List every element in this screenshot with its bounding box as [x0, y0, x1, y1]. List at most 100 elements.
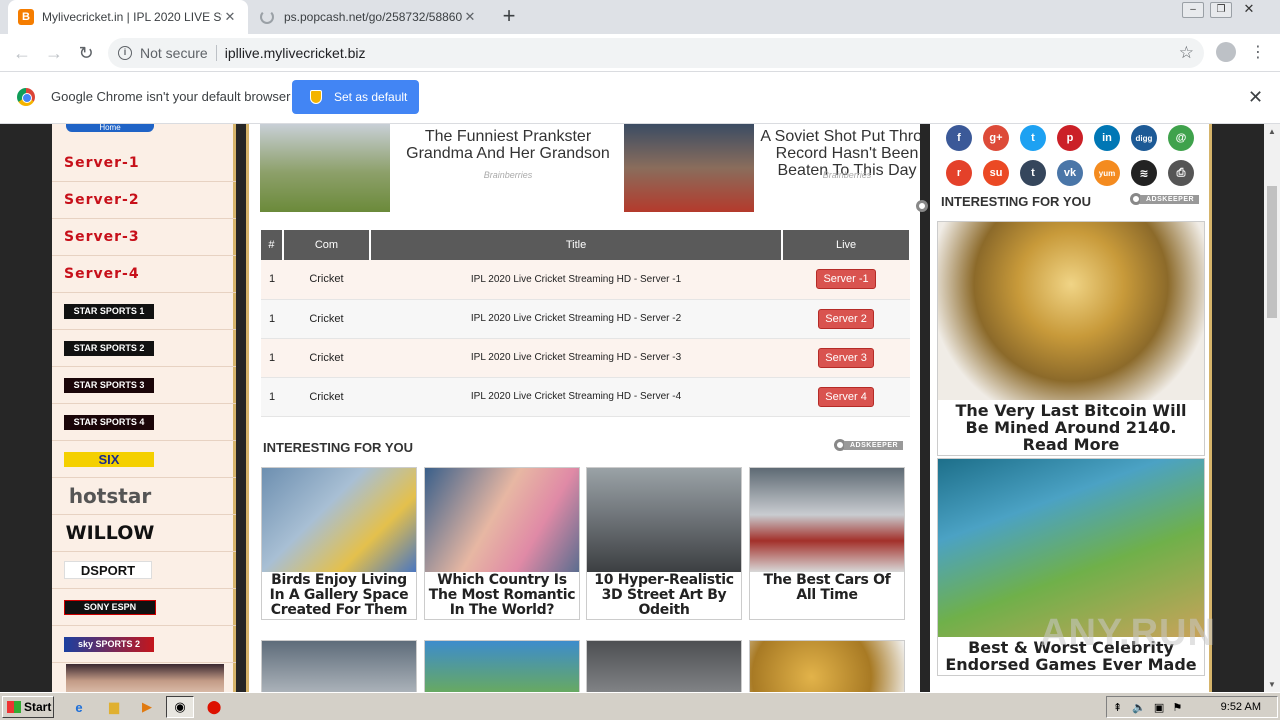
sidebar-channel-star-sports-2[interactable]: STAR SPORTS 2: [52, 330, 236, 367]
folder-icon[interactable]: ▆: [103, 697, 125, 717]
tumblr-icon[interactable]: t: [1020, 160, 1046, 186]
table-row: 1 Cricket IPL 2020 Live Cricket Streamin…: [261, 338, 910, 378]
sidebar-server-4[interactable]: Server-4: [52, 256, 236, 293]
vertical-scrollbar[interactable]: ▲ ▼: [1264, 124, 1280, 692]
server-label: Server-2: [64, 192, 140, 208]
sidebar-server-3[interactable]: Server-3: [52, 219, 236, 256]
print-icon[interactable]: ⎙: [1168, 160, 1194, 186]
start-button[interactable]: Start: [2, 696, 54, 718]
menu-icon[interactable]: ⋮: [1250, 42, 1266, 62]
default-browser-infobar: Google Chrome isn't your default browser…: [0, 72, 1280, 124]
top-ad-1[interactable]: The Funniest Prankster Grandma And Her G…: [260, 124, 622, 212]
ad-card-street-art[interactable]: 10 Hyper-Realistic 3D Street Art By Odei…: [586, 467, 742, 620]
row-title: IPL 2020 Live Cricket Streaming HD - Ser…: [369, 260, 783, 300]
willow-logo: WILLOW: [65, 522, 155, 544]
chrome-taskbar-icon[interactable]: ◉: [166, 696, 194, 718]
new-tab-button[interactable]: +: [498, 5, 520, 28]
scrollbar-thumb[interactable]: [1267, 186, 1277, 318]
reddit-icon[interactable]: r: [946, 160, 972, 186]
vk-icon[interactable]: vk: [1057, 160, 1083, 186]
yummly-icon[interactable]: yum: [1094, 160, 1120, 186]
google-plus-icon[interactable]: g+: [983, 125, 1009, 151]
ad-card[interactable]: [261, 640, 417, 692]
close-tab-icon[interactable]: ✕: [222, 9, 238, 25]
tab-strip: B Mylivecricket.in | IPL 2020 LIVE Strea…: [0, 0, 1280, 34]
buffer-icon[interactable]: ≋: [1131, 160, 1157, 186]
server-label: Server-1: [64, 155, 140, 171]
sidebar-server-2[interactable]: Server-2: [52, 182, 236, 219]
volume-icon[interactable]: 🔈: [1132, 701, 1146, 714]
sidebar-channel-star-sports-4[interactable]: STAR SPORTS 4: [52, 404, 236, 441]
server-1-button[interactable]: Server -1: [816, 269, 876, 290]
adskeeper-dot[interactable]: [916, 200, 928, 212]
row-num: 1: [261, 338, 283, 378]
stumbleupon-icon[interactable]: su: [983, 160, 1009, 186]
twitter-icon[interactable]: t: [1020, 125, 1046, 151]
email-icon[interactable]: @: [1168, 125, 1194, 151]
promo-image[interactable]: [66, 664, 224, 692]
home-button[interactable]: Home: [66, 124, 154, 132]
sidebar-channel-star-sports-3[interactable]: STAR SPORTS 3: [52, 367, 236, 404]
ad-image: [624, 124, 754, 212]
close-window-button[interactable]: ✕: [1238, 2, 1260, 18]
back-button[interactable]: ←: [10, 41, 34, 65]
ad-card-romantic[interactable]: Which Country Is The Most Romantic In Th…: [424, 467, 580, 620]
flag-icon[interactable]: ⚑: [1172, 701, 1182, 714]
linkedin-icon[interactable]: in: [1094, 125, 1120, 151]
opera-icon[interactable]: ⬤: [203, 697, 225, 717]
tab-popcash[interactable]: ps.popcash.net/go/258732/588606 ✕: [250, 0, 488, 34]
adskeeper-badge[interactable]: ADSKEEPER: [834, 439, 904, 451]
col-num: #: [261, 230, 284, 260]
row-num: 1: [261, 377, 283, 417]
sidebar-channel-willow[interactable]: WILLOW: [52, 515, 236, 552]
row-com: Cricket: [282, 377, 370, 417]
minimize-button[interactable]: –: [1182, 2, 1204, 18]
ad-card[interactable]: [586, 640, 742, 692]
adskeeper-label: ADSKEEPER: [1140, 194, 1200, 204]
pinterest-icon[interactable]: p: [1057, 125, 1083, 151]
server-4-button[interactable]: Server 4: [818, 386, 874, 407]
tab-mylivecricket[interactable]: B Mylivecricket.in | IPL 2020 LIVE Strea…: [8, 0, 248, 34]
sidebar-channel-sony-espn[interactable]: SONY ESPN: [52, 589, 236, 626]
server-3-button[interactable]: Server 3: [818, 347, 874, 368]
row-title: IPL 2020 Live Cricket Streaming HD - Ser…: [369, 377, 783, 417]
divider: [215, 45, 217, 61]
top-ad-2[interactable]: A Soviet Shot Put Throw Record Hasn't Be…: [624, 124, 920, 212]
profile-avatar[interactable]: [1216, 42, 1236, 62]
ad-image: [262, 641, 416, 692]
close-infobar-icon[interactable]: ✕: [1248, 87, 1263, 108]
ad-card[interactable]: [424, 640, 580, 692]
digg-icon[interactable]: digg: [1131, 125, 1157, 151]
scroll-up-icon[interactable]: ▲: [1268, 127, 1276, 136]
ad-title: Birds Enjoy Living In A Gallery Space Cr…: [269, 572, 409, 618]
sidebar-channel-sky-sports-2[interactable]: sky SPORTS 2: [52, 626, 236, 663]
ie-icon[interactable]: e: [68, 697, 90, 717]
sidebar-channel-dsport[interactable]: DSPORT: [52, 552, 236, 589]
sidebar-channel-hotstar[interactable]: hotstar: [52, 478, 236, 515]
ad-card-birds[interactable]: Birds Enjoy Living In A Gallery Space Cr…: [261, 467, 417, 620]
facebook-icon[interactable]: f: [946, 125, 972, 151]
close-tab-icon[interactable]: ✕: [462, 9, 478, 25]
sidebar-channel-star-sports-1[interactable]: STAR SPORTS 1: [52, 293, 236, 330]
adskeeper-badge[interactable]: ADSKEEPER: [1130, 193, 1200, 205]
network-icon[interactable]: ▣: [1154, 701, 1164, 714]
server-2-button[interactable]: Server 2: [818, 308, 874, 329]
ad-image: [425, 641, 579, 692]
address-bar[interactable]: i Not secure ipllive.mylivecricket.biz ☆: [108, 38, 1204, 68]
ad-card-bitcoin[interactable]: The Very Last Bitcoin Will Be Mined Arou…: [937, 221, 1205, 456]
info-icon[interactable]: i: [118, 46, 132, 60]
toolbar: ← → ↻ i Not secure ipllive.mylivecricket…: [0, 34, 1280, 72]
tray-arrow-icon[interactable]: ⇞: [1113, 701, 1122, 714]
scroll-down-icon[interactable]: ▼: [1268, 680, 1276, 689]
restore-button[interactable]: ❐: [1210, 2, 1232, 18]
col-live: Live: [782, 230, 911, 260]
reload-button[interactable]: ↻: [74, 41, 98, 65]
set-as-default-button[interactable]: Set as default: [292, 80, 419, 114]
ad-card-cars[interactable]: The Best Cars Of All Time: [749, 467, 905, 620]
bookmark-star-icon[interactable]: ☆: [1179, 43, 1194, 63]
forward-button[interactable]: →: [42, 41, 66, 65]
sidebar-channel-six[interactable]: SIX: [52, 441, 236, 478]
sidebar-server-1[interactable]: Server-1: [52, 145, 236, 182]
ad-card[interactable]: [749, 640, 905, 692]
media-player-icon[interactable]: ▶: [136, 697, 158, 717]
